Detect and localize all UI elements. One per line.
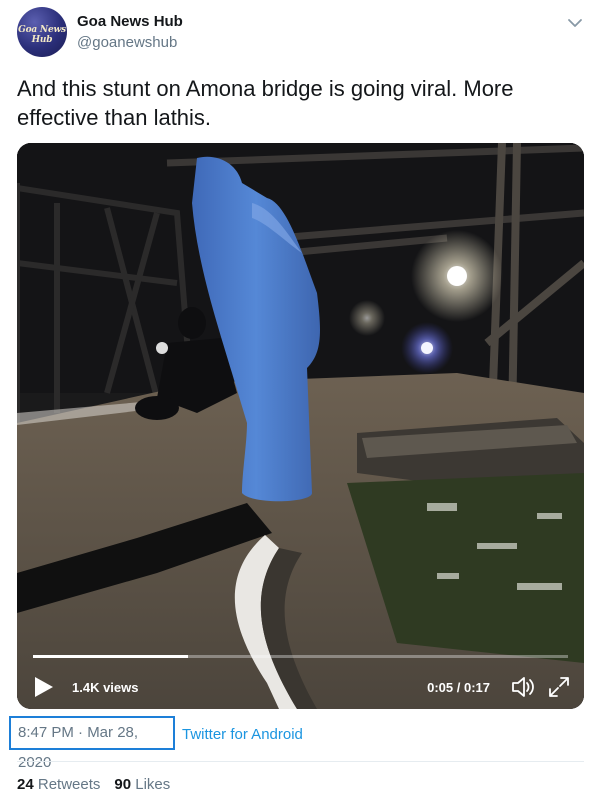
likes-stat[interactable]: 90 Likes bbox=[114, 776, 170, 793]
volume-icon[interactable] bbox=[510, 674, 536, 700]
author-handle[interactable]: @goanewshub bbox=[77, 34, 177, 51]
retweets-label: Retweets bbox=[37, 776, 101, 793]
video-player[interactable]: 1.4K views 0:05 / 0:17 bbox=[17, 143, 584, 709]
video-time: 0:05 / 0:17 bbox=[427, 680, 490, 695]
video-frame bbox=[17, 143, 584, 709]
avatar[interactable]: Goa News Hub bbox=[17, 7, 67, 57]
chevron-down-icon[interactable] bbox=[566, 14, 584, 32]
author-display-name[interactable]: Goa News Hub bbox=[77, 13, 183, 30]
video-progress-fill bbox=[33, 655, 189, 658]
likes-label: Likes bbox=[135, 776, 171, 793]
play-icon[interactable] bbox=[33, 675, 55, 699]
tweet-stats: 24 Retweets 90 Likes bbox=[17, 776, 170, 793]
video-progress-bar[interactable] bbox=[33, 655, 568, 658]
tweet-card: Goa News Hub Goa News Hub @goanewshub An… bbox=[0, 0, 598, 801]
fullscreen-icon[interactable] bbox=[546, 674, 572, 700]
tweet-timestamp[interactable]: 8:47 PM · Mar 28, 2020 bbox=[9, 716, 175, 771]
view-count: 1.4K views bbox=[72, 680, 139, 695]
tweet-text: And this stunt on Amona bridge is going … bbox=[17, 76, 514, 130]
divider bbox=[17, 761, 584, 762]
retweets-stat[interactable]: 24 Retweets bbox=[17, 776, 100, 793]
tweet-source-link[interactable]: Twitter for Android bbox=[182, 726, 303, 743]
avatar-logo-text: Goa News Hub bbox=[18, 25, 66, 45]
likes-count: 90 bbox=[114, 776, 132, 793]
retweets-count: 24 bbox=[17, 776, 34, 793]
